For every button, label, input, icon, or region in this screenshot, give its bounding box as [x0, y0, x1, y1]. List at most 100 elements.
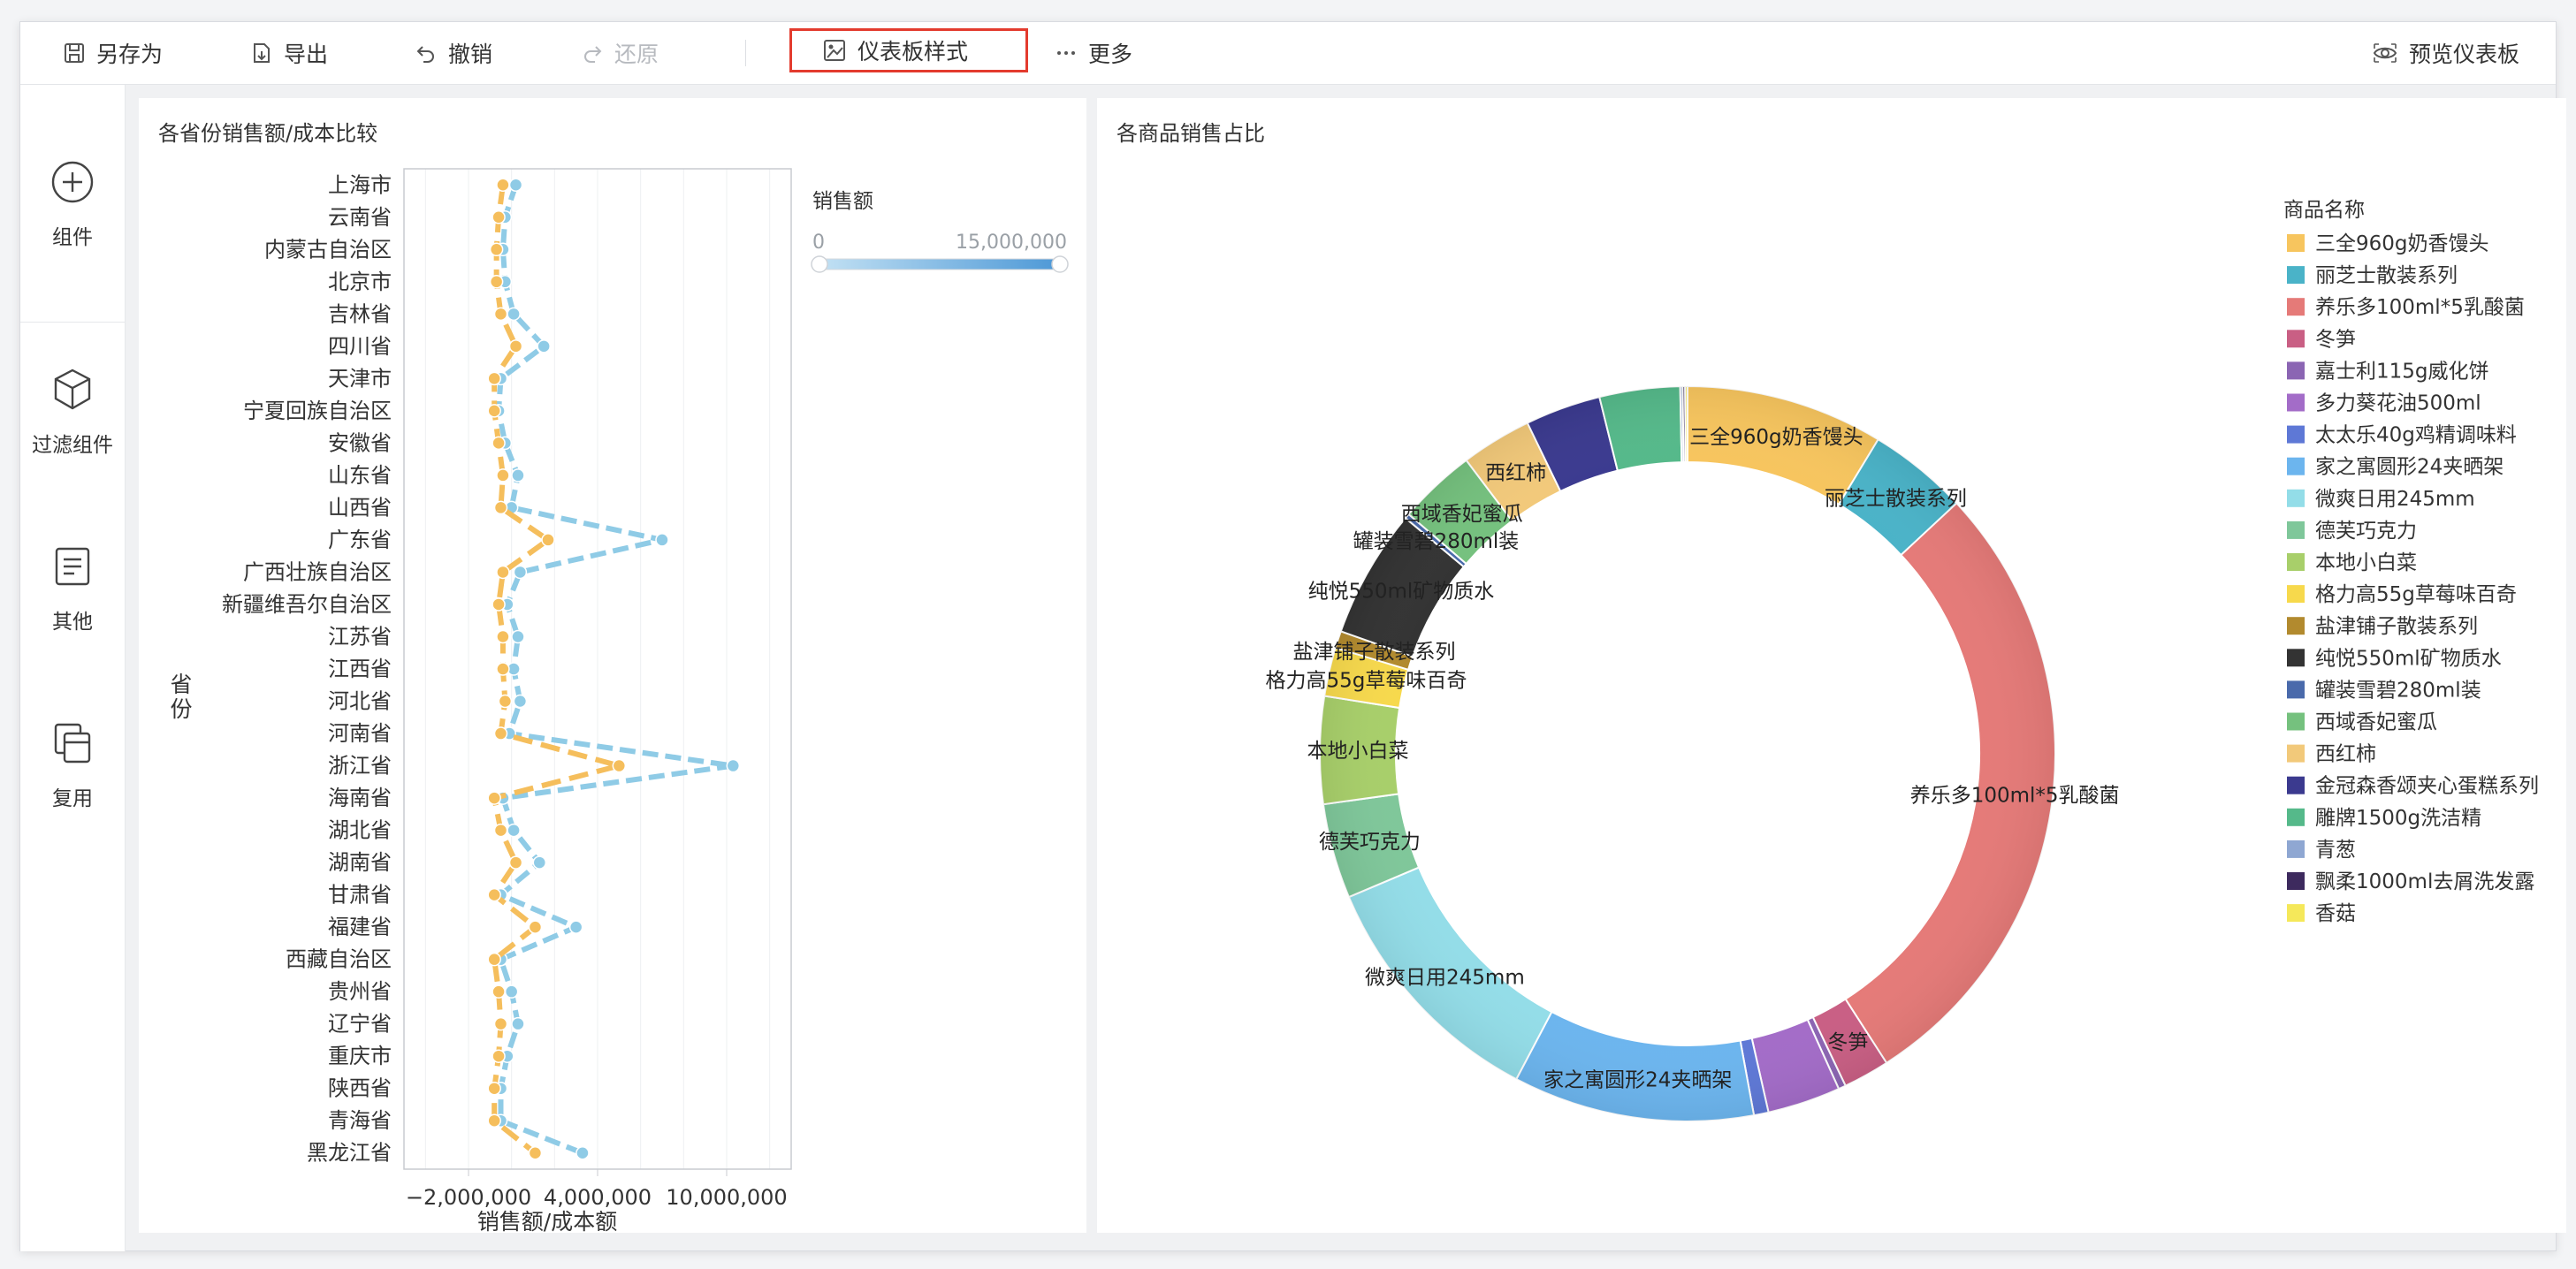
data-point[interactable]: [492, 597, 506, 612]
legend-swatch[interactable]: [2287, 840, 2305, 858]
data-point[interactable]: [489, 275, 504, 289]
data-point[interactable]: [487, 1113, 501, 1128]
save-as-button[interactable]: 另存为: [63, 22, 163, 84]
data-point[interactable]: [493, 307, 508, 322]
legend-item-label[interactable]: 丽芝士散装系列: [2315, 264, 2458, 287]
data-point[interactable]: [532, 855, 547, 870]
legend-swatch[interactable]: [2287, 649, 2305, 667]
sidebar-item-components[interactable]: 组件: [20, 160, 125, 250]
data-point[interactable]: [726, 758, 741, 773]
data-point[interactable]: [511, 629, 525, 644]
legend-item-label[interactable]: 金冠森香颂夹心蛋糕系列: [2315, 775, 2539, 798]
donut-slice[interactable]: [1514, 1010, 1756, 1122]
more-button[interactable]: 更多: [1055, 22, 1132, 84]
legend-swatch[interactable]: [2287, 776, 2305, 794]
data-point[interactable]: [487, 887, 501, 902]
legend-item-label[interactable]: 德芙巧克力: [2315, 520, 2417, 543]
legend-item-label[interactable]: 家之寓圆形24夹晒架: [2315, 456, 2504, 479]
data-point[interactable]: [504, 984, 519, 999]
legend-item-label[interactable]: 格力高55g草莓味百奇: [2315, 583, 2517, 606]
legend-max-handle[interactable]: [1051, 255, 1069, 273]
legend-item-label[interactable]: 香菇: [2315, 902, 2356, 925]
data-point[interactable]: [492, 984, 506, 999]
data-point[interactable]: [493, 500, 508, 515]
legend-item-label[interactable]: 太太乐40g鸡精调味料: [2315, 424, 2517, 447]
donut-slice[interactable]: [1844, 502, 2056, 1065]
legend-item-label[interactable]: 本地小白菜: [2315, 551, 2417, 574]
legend-item-label[interactable]: 青葱: [2315, 839, 2356, 862]
data-point[interactable]: [498, 694, 513, 709]
data-point[interactable]: [511, 1016, 525, 1031]
legend-item-label[interactable]: 微爽日用245mm: [2315, 488, 2475, 511]
legend-swatch[interactable]: [2287, 393, 2305, 412]
legend-swatch[interactable]: [2287, 808, 2305, 826]
preview-dashboard-button[interactable]: 预览仪表板: [2372, 22, 2519, 84]
legend-item-label[interactable]: 飘柔1000ml去屑洗发露: [2315, 870, 2534, 893]
data-point[interactable]: [487, 404, 501, 418]
data-point[interactable]: [487, 952, 501, 967]
data-point[interactable]: [508, 178, 523, 193]
legend-item-label[interactable]: 养乐多100ml*5乳酸菌: [2315, 296, 2525, 319]
legend-swatch[interactable]: [2287, 425, 2305, 444]
legend-item-label[interactable]: 西红柿: [2315, 743, 2376, 766]
legend-item-label[interactable]: 冬笋: [2315, 328, 2356, 351]
data-point[interactable]: [528, 1145, 543, 1160]
legend-item-label[interactable]: 罐装雪碧280ml装: [2315, 679, 2481, 702]
donut-slice[interactable]: [1684, 384, 1688, 464]
data-point[interactable]: [492, 1049, 506, 1063]
data-point[interactable]: [496, 468, 510, 483]
data-point[interactable]: [537, 339, 551, 353]
legend-swatch[interactable]: [2287, 585, 2305, 604]
data-point[interactable]: [487, 1081, 501, 1096]
data-point[interactable]: [568, 920, 583, 934]
legend-item-label[interactable]: 纯悦550ml矿物质水: [2315, 647, 2502, 670]
sidebar-item-filter-components[interactable]: 过滤组件: [20, 368, 125, 458]
data-point[interactable]: [513, 694, 528, 709]
export-button[interactable]: 导出: [250, 22, 328, 84]
data-point[interactable]: [487, 371, 501, 386]
legend-swatch[interactable]: [2287, 744, 2305, 763]
redo-button[interactable]: 还原: [581, 22, 659, 84]
legend-item-label[interactable]: 多力葵花油500ml: [2315, 392, 2481, 415]
legend-swatch[interactable]: [2287, 872, 2305, 890]
data-point[interactable]: [496, 662, 510, 676]
legend-swatch[interactable]: [2287, 330, 2305, 348]
data-point[interactable]: [655, 533, 669, 547]
data-point[interactable]: [511, 468, 525, 483]
data-point[interactable]: [492, 210, 506, 224]
legend-swatch[interactable]: [2287, 489, 2305, 507]
legend-swatch[interactable]: [2287, 680, 2305, 699]
legend-item-label[interactable]: 西域香妃蜜瓜: [2315, 711, 2437, 734]
legend-swatch[interactable]: [2287, 298, 2305, 316]
undo-button[interactable]: 撤销: [415, 22, 492, 84]
data-point[interactable]: [492, 436, 506, 451]
data-point[interactable]: [612, 758, 627, 773]
legend-swatch[interactable]: [2287, 617, 2305, 635]
data-point[interactable]: [496, 178, 510, 193]
data-point[interactable]: [487, 791, 501, 805]
data-point[interactable]: [507, 823, 521, 838]
data-point[interactable]: [489, 242, 504, 257]
legend-swatch[interactable]: [2287, 904, 2305, 923]
legend-swatch[interactable]: [2287, 361, 2305, 380]
data-point[interactable]: [513, 565, 528, 580]
dashboard-style-button[interactable]: 仪表板样式: [789, 28, 1028, 72]
data-point[interactable]: [496, 629, 510, 644]
sidebar-item-other[interactable]: 其他: [20, 544, 125, 634]
legend-swatch[interactable]: [2287, 712, 2305, 731]
sidebar-item-reuse[interactable]: 复用: [20, 721, 125, 811]
data-point[interactable]: [541, 533, 555, 547]
data-point[interactable]: [493, 726, 508, 741]
legend-swatch[interactable]: [2287, 521, 2305, 539]
data-point[interactable]: [508, 339, 523, 353]
data-point[interactable]: [493, 1016, 508, 1031]
legend-swatch[interactable]: [2287, 457, 2305, 475]
data-point[interactable]: [575, 1145, 590, 1160]
data-point[interactable]: [493, 823, 508, 838]
legend-swatch[interactable]: [2287, 266, 2305, 285]
legend-item-label[interactable]: 嘉士利115g威化饼: [2315, 360, 2489, 383]
data-point[interactable]: [508, 855, 523, 870]
legend-item-label[interactable]: 盐津铺子散装系列: [2315, 615, 2478, 638]
legend-item-label[interactable]: 雕牌1500g洗洁精: [2315, 807, 2481, 830]
data-point[interactable]: [528, 920, 543, 934]
